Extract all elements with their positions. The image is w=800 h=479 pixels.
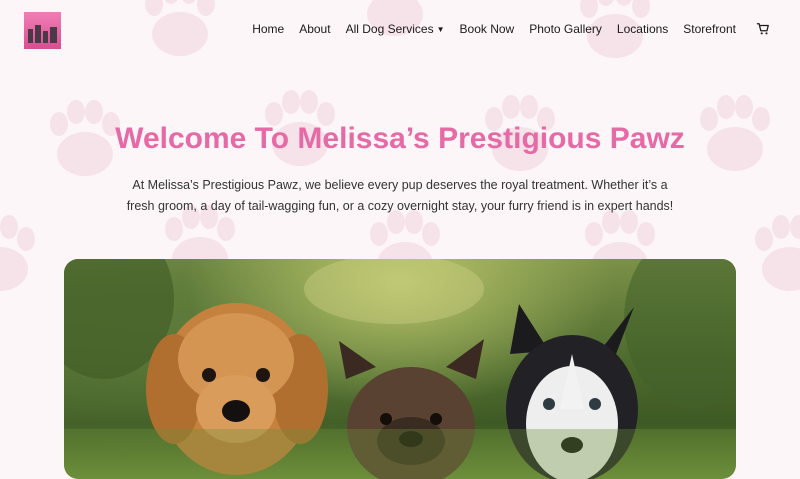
nav-home-label: Home [252, 22, 285, 36]
nav-locations-label: Locations [616, 22, 669, 36]
hero-dog-photo [64, 259, 736, 479]
nav-home[interactable]: Home [252, 22, 284, 36]
site-header: Home About All Dog Services ▼ Book Now Ph… [0, 0, 800, 62]
nav-photo-gallery[interactable]: Photo Gallery [529, 22, 602, 36]
nav-storefront-label: Storefront [683, 22, 736, 36]
nav-storefront[interactable]: Storefront [683, 22, 736, 36]
nav-about[interactable]: About [299, 22, 330, 36]
nav-book-now-label: Book Now [459, 22, 515, 36]
nav-book-now[interactable]: Book Now [460, 22, 515, 36]
chevron-down-icon: ▼ [436, 24, 445, 34]
site-logo[interactable] [24, 12, 61, 49]
nav-all-dog-services[interactable]: All Dog Services ▼ [346, 22, 445, 36]
shopping-cart-icon[interactable] [756, 22, 770, 36]
page-title: Welcome To Melissa’s Prestigious Pawz [115, 122, 685, 155]
nav-gallery-label: Photo Gallery [529, 22, 602, 36]
intro-paragraph: At Melissa’s Prestigious Pawz, we believ… [126, 178, 674, 213]
nav-locations[interactable]: Locations [617, 22, 668, 36]
nav-services-label: All Dog Services [345, 22, 434, 36]
nav-about-label: About [299, 22, 331, 36]
main-nav: Home About All Dog Services ▼ Book Now Ph… [237, 22, 770, 36]
